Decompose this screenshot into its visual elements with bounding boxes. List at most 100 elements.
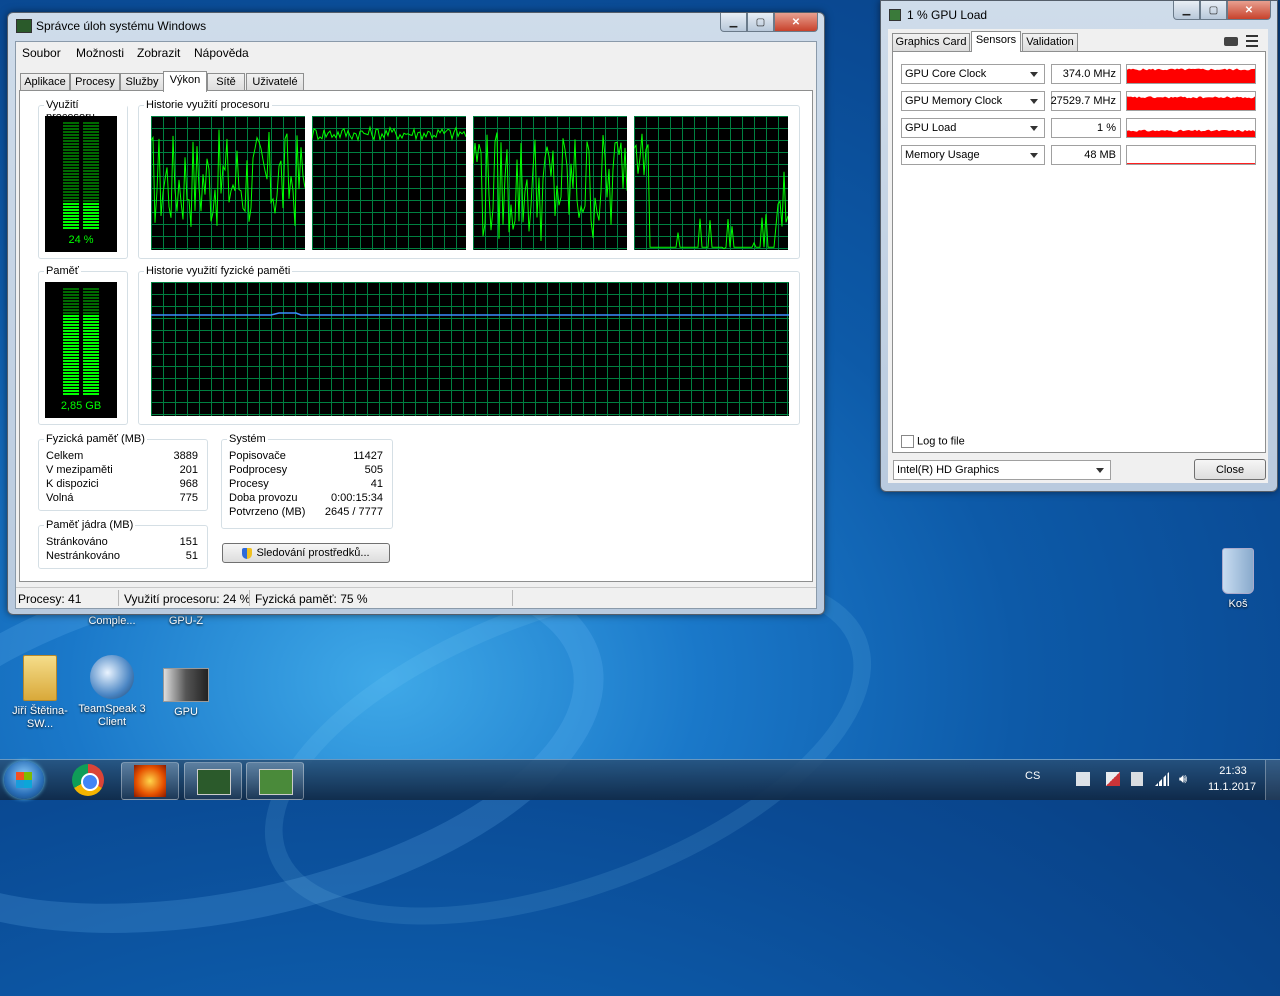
menu-moznosti[interactable]: Možnosti [76, 46, 124, 60]
tab-uzivatele[interactable]: Uživatelé [246, 73, 304, 91]
resource-monitor-button[interactable]: Sledování prostředků... [222, 543, 390, 563]
task-manager-titlebar[interactable]: Správce úloh systému Windows ▁ ▢ ✕ [8, 13, 824, 39]
gpu-adapter-dropdown[interactable]: Intel(R) HD Graphics [893, 460, 1111, 480]
maximize-button[interactable]: ▢ [747, 13, 774, 32]
gpuz-close-button[interactable]: ✕ [1227, 1, 1271, 20]
desktop-icon-recycle-bin[interactable]: Koš [1198, 548, 1278, 610]
cpu-history-label: Historie využití procesoru [144, 99, 272, 111]
gpuz-close-button-bottom[interactable]: Close [1194, 459, 1266, 480]
tray-signal-icon[interactable] [1155, 772, 1169, 786]
task-manager-taskbar-button[interactable] [184, 762, 242, 800]
sensor-name-dropdown[interactable]: GPU Core Clock [901, 64, 1045, 84]
meter-segment [63, 300, 79, 302]
meter-segment [83, 333, 99, 335]
meter-segment [83, 390, 99, 392]
tab-site[interactable]: Sítě [207, 73, 245, 91]
memory-group: Paměť 2,85 GB [38, 271, 128, 425]
meter-segment [83, 134, 99, 136]
meter-segment [83, 173, 99, 175]
sensor-name-dropdown[interactable]: Memory Usage [901, 145, 1045, 165]
recycle-bin-icon [1222, 548, 1254, 594]
maximize-icon: ▢ [1209, 5, 1218, 16]
clock-date[interactable]: 11.1.2017 [1200, 781, 1264, 793]
camera-icon[interactable] [1224, 37, 1238, 46]
tab-sluzby[interactable]: Služby [120, 73, 164, 91]
furmark-taskbar-button[interactable] [121, 762, 179, 800]
meter-segment [83, 221, 99, 223]
minimize-button[interactable]: ▁ [720, 13, 747, 32]
log-to-file-row[interactable]: Log to file [901, 435, 965, 448]
chrome-taskbar-button[interactable] [72, 764, 104, 796]
start-button[interactable] [4, 761, 44, 799]
tab-vykon[interactable]: Výkon [163, 71, 207, 92]
language-indicator[interactable]: CS [1025, 770, 1040, 782]
physical-memory-row: V mezipaměti201 [46, 464, 198, 476]
status-processes: Procesy: 41 [18, 592, 81, 606]
tray-network-icon[interactable] [1076, 772, 1090, 786]
gpuz-tab-graphics-card[interactable]: Graphics Card [892, 33, 970, 51]
meter-segment [63, 176, 79, 178]
physical-memory-title: Fyzická paměť (MB) [44, 433, 147, 445]
tray-device-icon[interactable] [1131, 772, 1143, 786]
tray-volume-icon[interactable]: 🔊︎ [1179, 772, 1187, 786]
performance-panel: Využití procesoru 24 % Historie využití … [19, 90, 813, 582]
cpu-history-line [473, 133, 627, 242]
tab-aplikace[interactable]: Aplikace [20, 73, 70, 91]
meter-segment [83, 152, 99, 154]
gpuz-taskbar-button[interactable] [246, 762, 304, 800]
tray-flag-icon[interactable] [1106, 772, 1120, 786]
desktop-icon-label-partial[interactable]: GPU-Z [146, 615, 226, 627]
folder-icon [23, 655, 57, 701]
sensor-graph [1126, 145, 1256, 165]
meter-segment [63, 345, 79, 347]
meter-segment [63, 200, 79, 202]
tab-procesy[interactable]: Procesy [70, 73, 120, 91]
desktop-icon-teamspeak[interactable]: TeamSpeak 3 Client [72, 655, 152, 729]
meter-segment [63, 182, 79, 184]
status-separator [249, 590, 250, 606]
meter-segment [83, 128, 99, 130]
gpuz-tab-sensors[interactable]: Sensors [971, 31, 1021, 52]
meter-segment [83, 360, 99, 362]
desktop-icon-gpu[interactable]: GPU [146, 668, 226, 718]
sensor-name-dropdown[interactable]: GPU Memory Clock [901, 91, 1045, 111]
meter-segment [83, 345, 99, 347]
menu-icon[interactable] [1246, 35, 1258, 47]
gpuz-maximize-button[interactable]: ▢ [1200, 1, 1227, 20]
sensor-name-dropdown[interactable]: GPU Load [901, 118, 1045, 138]
meter-segment [83, 140, 99, 142]
chevron-down-icon [1030, 99, 1038, 104]
gpuz-minimize-button[interactable]: ▁ [1173, 1, 1200, 20]
windows-logo-icon [16, 772, 32, 788]
meter-segment [83, 170, 99, 172]
menu-zobrazit[interactable]: Zobrazit [137, 46, 180, 60]
meter-segment [63, 164, 79, 166]
gpuz-titlebar[interactable]: 1 % GPU Load ▁ ▢ ✕ [881, 1, 1277, 27]
meter-segment [83, 212, 99, 214]
meter-segment [63, 384, 79, 386]
show-desktop-button[interactable] [1265, 760, 1280, 800]
memory-meter: 2,85 GB [45, 282, 117, 418]
clock-time[interactable]: 21:33 [1210, 765, 1256, 777]
chrome-icon [81, 773, 99, 791]
task-manager-window: Správce úloh systému Windows ▁ ▢ ✕ Soubo… [7, 12, 825, 615]
menu-napoveda[interactable]: Nápověda [194, 46, 249, 60]
meter-segment [63, 381, 79, 383]
desktop-icon-label-partial[interactable]: Comple... [72, 615, 152, 627]
meter-segment [63, 354, 79, 356]
meter-segment [83, 185, 99, 187]
sensor-graph [1126, 91, 1256, 111]
sensor-row-memory-usage: Memory Usage 48 MB [893, 145, 1265, 165]
meter-segment [83, 321, 99, 323]
system-row: Doba provozu0:00:15:34 [229, 492, 383, 504]
menu-soubor[interactable]: Soubor [22, 46, 61, 60]
gpuz-tab-validation[interactable]: Validation [1022, 33, 1078, 51]
chevron-down-icon [1096, 468, 1104, 473]
sensor-value: 48 MB [1051, 145, 1121, 165]
meter-segment [83, 303, 99, 305]
log-to-file-checkbox[interactable] [901, 435, 914, 448]
desktop-icon-folder[interactable]: Jiří Štětina-SW... [0, 655, 80, 731]
meter-segment [63, 128, 79, 130]
close-button[interactable]: ✕ [774, 13, 818, 32]
meter-segment [63, 218, 79, 220]
